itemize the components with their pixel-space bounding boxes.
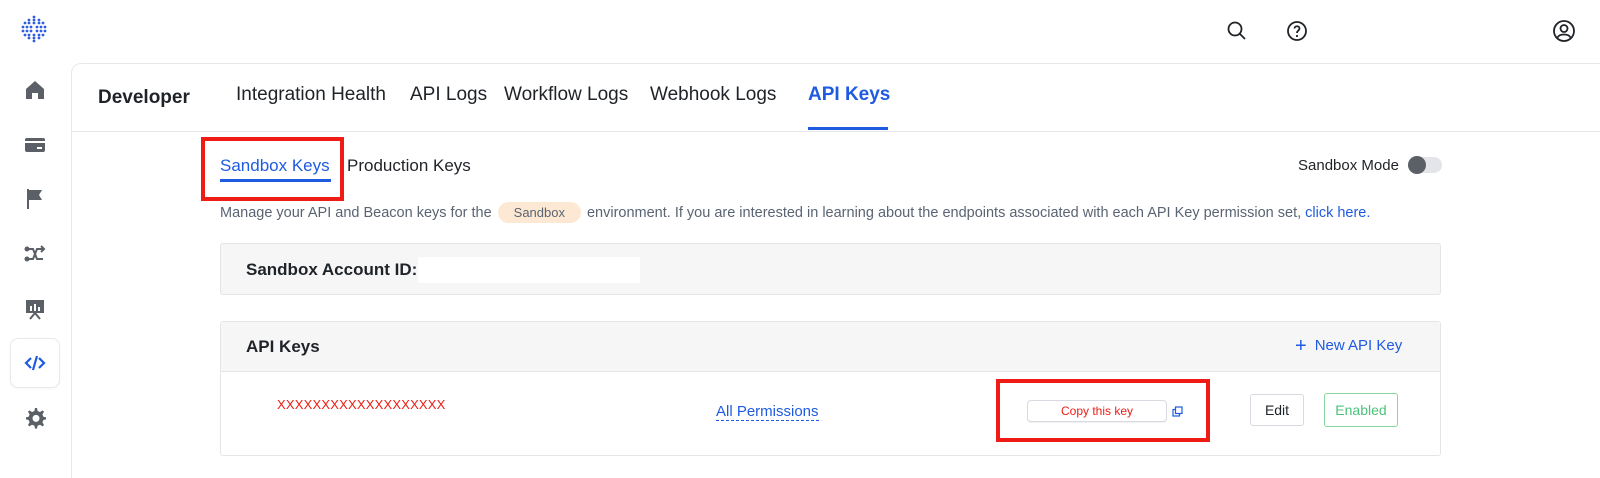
flag-icon (27, 189, 42, 209)
toggle-knob (1408, 156, 1426, 174)
developer-header: Developer Integration Health API Logs Wo… (72, 64, 1600, 132)
environment-badge: Sandbox (497, 202, 581, 223)
sidebar-item-flags[interactable] (10, 174, 60, 224)
sidebar-item-workflows[interactable] (10, 229, 60, 279)
edit-button[interactable]: Edit (1250, 394, 1304, 426)
copy-key-label: Copy this key (1060, 404, 1134, 418)
description-text-after: environment. If you are interested in le… (586, 204, 1302, 221)
new-api-key-button[interactable]: + New API Key (1295, 334, 1403, 357)
help-icon (1287, 21, 1307, 41)
description: Manage your API and Beacon keys for the … (220, 202, 1520, 223)
api-keys-header: API Keys + New API Key (221, 322, 1440, 372)
presentation-icon (26, 300, 44, 320)
api-keys-title: API Keys (246, 337, 320, 356)
status-badge-enabled[interactable]: Enabled (1324, 393, 1398, 427)
search-button[interactable] (1224, 18, 1250, 44)
new-api-key-label: New API Key (1314, 337, 1403, 354)
active-subtab-indicator (220, 179, 331, 182)
sidebar-item-payments[interactable] (10, 120, 60, 170)
card-icon (25, 138, 45, 152)
sandbox-mode-toggle[interactable] (1408, 156, 1442, 174)
copy-icon[interactable] (1172, 406, 1184, 418)
subtab-production-keys[interactable]: Production Keys (347, 156, 471, 176)
logo-icon[interactable] (19, 14, 49, 44)
sidebar-item-reports[interactable] (10, 284, 60, 334)
search-icon (1227, 21, 1246, 40)
main-panel: Developer Integration Health API Logs Wo… (71, 63, 1600, 478)
plus-icon: + (1295, 334, 1307, 357)
description-text-before: Manage your API and Beacon keys for the (220, 204, 492, 221)
sidebar (0, 0, 70, 478)
copy-key-field[interactable]: Copy this key (1027, 400, 1167, 422)
flow-icon (24, 245, 46, 262)
subtab-sandbox-keys[interactable]: Sandbox Keys (220, 156, 330, 176)
tab-integration-health[interactable]: Integration Health (236, 84, 386, 106)
account-id-panel: Sandbox Account ID: (220, 243, 1441, 295)
home-icon (26, 81, 44, 99)
sidebar-item-developer[interactable] (10, 338, 60, 388)
permissions-link[interactable]: All Permissions (716, 404, 819, 421)
sandbox-mode-label: Sandbox Mode (1298, 157, 1399, 174)
sidebar-item-settings[interactable] (10, 393, 60, 443)
account-icon (1553, 20, 1575, 42)
account-button[interactable] (1551, 18, 1577, 44)
page-title: Developer (98, 87, 190, 108)
endpoints-link[interactable]: click here. (1305, 205, 1370, 221)
account-id-label: Sandbox Account ID: (246, 260, 418, 279)
account-id-value (418, 257, 640, 283)
api-keys-panel: API Keys + New API Key XXXXXXXXXXXXXXXXX… (220, 321, 1441, 456)
sidebar-item-home[interactable] (10, 65, 60, 115)
api-key-value: XXXXXXXXXXXXXXXXXXX (277, 397, 446, 412)
code-icon (24, 355, 46, 371)
tab-webhook-logs[interactable]: Webhook Logs (650, 84, 776, 106)
tab-api-keys[interactable]: API Keys (808, 84, 890, 106)
active-tab-indicator (808, 127, 888, 130)
gear-icon (26, 408, 46, 429)
tab-api-logs[interactable]: API Logs (410, 84, 487, 106)
help-button[interactable] (1284, 18, 1310, 44)
tab-workflow-logs[interactable]: Workflow Logs (504, 84, 628, 106)
